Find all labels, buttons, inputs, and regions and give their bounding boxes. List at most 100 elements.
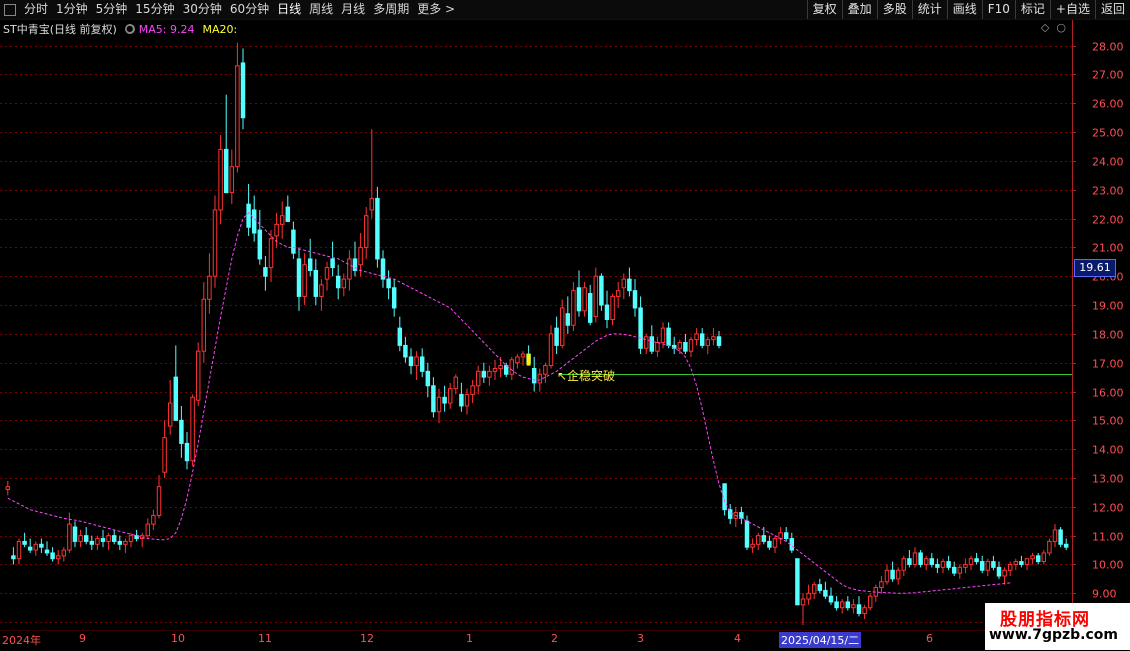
candle-body-99 <box>559 307 565 346</box>
candle-body-184 <box>1035 555 1041 563</box>
candlestick-chart: 8.009.0010.0011.0012.0013.0014.0015.0016… <box>0 20 1124 630</box>
candle-body-117 <box>660 327 666 344</box>
candle-body-171 <box>963 563 968 568</box>
y-tick-label-2: 10.00 <box>1092 559 1124 572</box>
candle-body-21 <box>123 540 128 545</box>
candle-body-59 <box>335 275 341 289</box>
candle-body-53 <box>302 264 307 297</box>
candle-body-124 <box>699 333 705 346</box>
date-label-5: 1 <box>466 632 473 645</box>
candle-body-189 <box>1063 543 1069 548</box>
candle-body-28 <box>162 437 167 473</box>
candle-body-61 <box>347 258 352 280</box>
candle-body-185 <box>1041 552 1047 563</box>
candle-body-172 <box>968 558 974 565</box>
candle-body-44 <box>251 209 257 234</box>
candle-body-50 <box>285 206 291 222</box>
candle-body-146 <box>823 589 828 597</box>
candle-body-136 <box>767 540 772 548</box>
candle-body-101 <box>571 290 576 326</box>
candle-body-98 <box>554 327 559 346</box>
candle-body-188 <box>1058 529 1063 545</box>
candle-body-116 <box>655 342 660 352</box>
candle-body-16 <box>95 538 100 545</box>
candle-body-47 <box>268 238 274 269</box>
candle-body-72 <box>408 356 414 367</box>
candle-body-26 <box>151 514 156 525</box>
y-tick-label-4: 12.00 <box>1092 502 1124 515</box>
candle-body-65 <box>369 197 375 211</box>
candle-body-75 <box>425 370 431 387</box>
y-tick-label-13: 21.00 <box>1092 242 1124 255</box>
candle-body-178 <box>1002 569 1007 577</box>
candle-body-109 <box>615 290 621 297</box>
candle-body-80 <box>453 376 459 390</box>
candle-body-97 <box>548 333 554 367</box>
candle-body-58 <box>330 258 335 269</box>
candle-body-176 <box>991 561 996 568</box>
candle-body-144 <box>811 584 817 594</box>
candle-body-3 <box>22 540 27 545</box>
date-label-3: 11 <box>258 632 272 645</box>
date-label-0: 2024年 <box>2 634 41 647</box>
candle-body-121 <box>683 342 688 352</box>
candle-body-56 <box>319 284 324 297</box>
watermark: 股朋指标网 www.7gpzb.com <box>985 603 1130 650</box>
candle-body-87 <box>492 367 498 372</box>
candle-body-173 <box>974 558 979 563</box>
candle-body-152 <box>856 604 862 614</box>
y-tick-label-19: 27.00 <box>1092 69 1124 82</box>
candle-body-164 <box>923 558 929 565</box>
candle-body-156 <box>879 581 884 589</box>
candle-body-20 <box>117 540 123 545</box>
candle-body-7 <box>44 549 50 554</box>
candle-body-106 <box>599 275 604 306</box>
y-tick-label-9: 17.00 <box>1092 358 1124 371</box>
candle-body-42 <box>240 62 246 119</box>
y-tick-label-17: 25.00 <box>1092 127 1124 140</box>
candle-body-157 <box>884 569 890 583</box>
candle-body-25 <box>145 523 151 537</box>
candle-body-138 <box>778 532 783 540</box>
candle-body-163 <box>918 552 923 565</box>
y-tick-label-10: 18.00 <box>1092 329 1124 342</box>
candle-body-39 <box>223 148 229 194</box>
candle-body-123 <box>694 333 699 341</box>
candle-body-108 <box>610 295 615 320</box>
candle-body-77 <box>436 396 442 413</box>
candle-body-100 <box>565 313 571 326</box>
candle-body-52 <box>296 258 302 297</box>
candle-body-73 <box>414 356 419 367</box>
candle-body-112 <box>632 290 638 309</box>
candle-body-153 <box>862 607 867 614</box>
candle-body-60 <box>341 278 347 289</box>
candle-body-66 <box>375 197 380 260</box>
candle-body-135 <box>761 535 767 542</box>
candle-body-168 <box>946 561 951 568</box>
y-tick-label-16: 24.00 <box>1092 156 1124 169</box>
date-label-1: 9 <box>79 632 86 645</box>
candle-body-45 <box>257 229 263 260</box>
candle-body-19 <box>111 535 117 542</box>
candle-body-107 <box>604 304 610 320</box>
candle-body-137 <box>772 538 778 548</box>
candle-body-179 <box>1007 563 1013 571</box>
candle-body-35 <box>201 298 207 352</box>
candle-body-15 <box>89 540 95 545</box>
candle-body-5 <box>33 543 39 551</box>
date-axis: 2024年 9 10 11 12 1 2 3 4 2025/04/15/二 6 <box>0 630 1130 651</box>
candle-body-84 <box>475 370 481 387</box>
candle-body-113 <box>638 307 643 349</box>
candle-body-30 <box>173 376 179 421</box>
candle-body-29 <box>167 402 173 427</box>
candle-body-170 <box>957 566 963 574</box>
candle-body-9 <box>55 555 61 560</box>
candle-body-143 <box>806 592 811 600</box>
candle-body-51 <box>291 229 296 254</box>
candle-body-92 <box>520 353 526 358</box>
candle-body-82 <box>464 393 470 407</box>
candle-body-149 <box>839 601 845 609</box>
candle-body-141 <box>795 558 800 606</box>
candle-body-1 <box>11 555 16 560</box>
candle-body-183 <box>1030 555 1035 560</box>
